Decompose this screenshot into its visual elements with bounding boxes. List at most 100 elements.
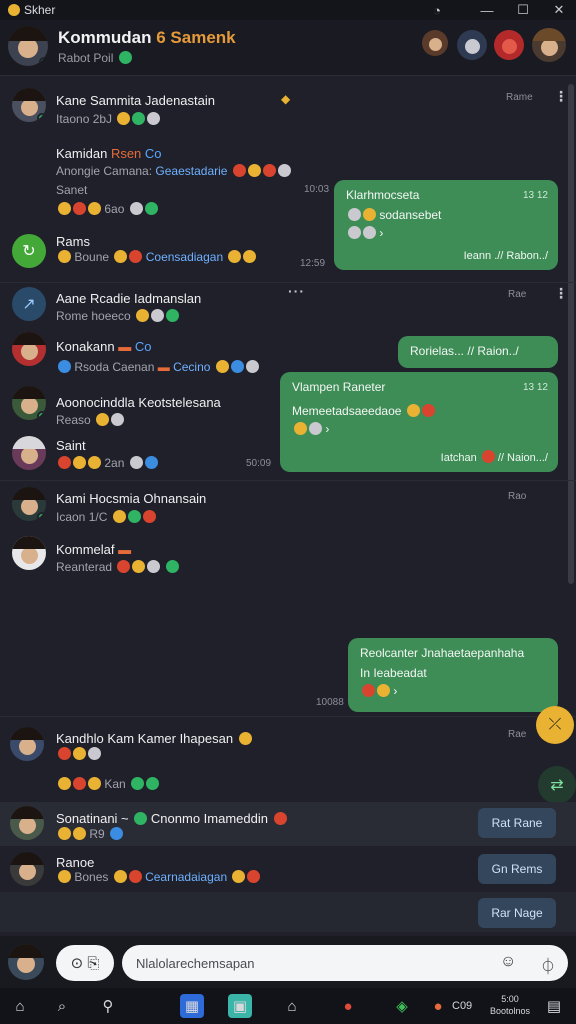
chat-preview: Itaono 2bJ — [56, 112, 161, 126]
chat-preview: Kan — [56, 777, 160, 791]
settings-icon[interactable]: ◔ — [424, 0, 450, 20]
more-icon[interactable]: ⋮ — [554, 88, 569, 105]
message-bubble[interactable]: Reolcanter Jnahaetaepanhaha In Ieabeadat… — [348, 638, 558, 712]
chat-name: Kommelaf ▬ — [56, 542, 132, 557]
avatar: ↗ — [12, 287, 46, 321]
chat-name: Aane Rcadie Iadmanslan — [56, 291, 202, 306]
member-avatar-1[interactable] — [422, 30, 448, 56]
message-text: sodansebet — [346, 208, 546, 222]
more-icon[interactable]: ··· — [288, 283, 305, 299]
message-title: Rorielas... — [410, 344, 465, 358]
app-icon-1[interactable]: ▦ — [180, 994, 204, 1018]
more-icon[interactable]: ⋮ — [554, 285, 569, 302]
avatar — [12, 386, 46, 420]
message-bubble[interactable]: Rorielas... // Raion../ — [398, 336, 558, 368]
chat-preview: Boune Coensadiagan — [56, 250, 257, 264]
chat-preview: R9 — [56, 827, 124, 841]
member-avatar-4[interactable] — [532, 28, 566, 62]
my-avatar[interactable] — [8, 944, 44, 980]
chat-row[interactable]: Rar Nage — [0, 892, 576, 932]
chat-name: Sonatinani ~ Cnonmo Imameddin — [56, 811, 287, 826]
maximize-button[interactable]: ☐ — [510, 0, 536, 20]
pin-icon: ◆ — [281, 92, 291, 106]
group-avatar[interactable] — [8, 26, 48, 66]
clock: 5:00 Bootolnos — [490, 994, 531, 1016]
window-titlebar: Skher ◔ — ☐ ✕ — [0, 0, 576, 20]
action-button[interactable]: Rat Rane — [478, 808, 556, 838]
chat-reactions — [56, 747, 101, 761]
timestamp: 10088 — [316, 697, 344, 708]
timestamp: Rame — [506, 92, 533, 103]
chat-name: Ranoe — [56, 855, 95, 870]
message-emojis: › — [346, 226, 546, 240]
avatar: ↻ — [12, 234, 46, 268]
search-icon[interactable]: ⌕ — [50, 994, 74, 1018]
close-button[interactable]: ✕ — [546, 0, 572, 20]
app-icon-6[interactable]: ● — [426, 994, 450, 1018]
chat-row[interactable]: Sonatinani ~ Cnonmo Imameddin R9 Rat Ran… — [0, 802, 576, 846]
member-avatar-3[interactable] — [494, 30, 524, 60]
message-bubble[interactable]: Vlampen Raneter 13 12 Memeetadsaeedaoe ›… — [280, 372, 558, 472]
app-icon-5[interactable]: ◈ — [390, 994, 414, 1018]
chat-name: Kami Hocsmia Ohnansain — [56, 491, 207, 506]
member-avatar-2[interactable] — [457, 30, 487, 60]
chat-preview: Bones Cearnadaiagan — [56, 870, 261, 884]
chat-row[interactable]: ↗ Aane Rcadie Iadmanslan Rome hoeeco ···… — [0, 282, 576, 330]
message-emojis: › — [360, 684, 546, 698]
window-title: Skher — [24, 3, 56, 17]
attach-button[interactable]: ⊙ ⎘ — [56, 945, 114, 981]
sub-preview: 6ao — [56, 202, 158, 216]
message-footer: Ieann .// Rabon../ — [463, 250, 548, 262]
mic-icon[interactable]: ⏀ — [540, 953, 556, 977]
app-icon-2[interactable]: ▣ — [228, 994, 252, 1018]
chat-preview: Reaso — [56, 413, 125, 427]
avatar — [10, 727, 44, 761]
avatar — [12, 88, 46, 122]
chat-preview: Icaon 1/C — [56, 510, 156, 524]
chat-row[interactable]: Kami Hocsmia Ohnansain Icaon 1/C Rao — [0, 480, 576, 530]
app-icon-4[interactable]: ● — [336, 994, 360, 1018]
chat-name: Saint — [56, 438, 86, 453]
online-indicator — [39, 57, 48, 66]
message-composer: ⊙ ⎘ Nlalolarechemsapan ☺ ⏀ — [0, 936, 576, 988]
chat-preview: 2an — [56, 456, 158, 470]
chat-row[interactable]: Kommelaf ▬ Reanterad — [0, 530, 576, 580]
minimize-button[interactable]: — — [474, 0, 500, 20]
chat-row[interactable]: Kandhlo Kam Kamer Ihapesan Kan Rae — [0, 716, 576, 802]
chat-name: Aoonocinddla Keotstelesana — [56, 395, 221, 410]
timestamp: Rao — [508, 491, 527, 502]
message-title: Reolcanter Jnahaetaepanhaha — [360, 646, 525, 660]
timestamp: Rae — [508, 729, 527, 740]
taskbar: ⌂ ⌕ ⚲ ▦ ▣ ⌂ ● ◈ ● C09 5:00 Bootolnos ▤ — [0, 988, 576, 1024]
timestamp: 10:03 — [304, 184, 330, 195]
action-button[interactable]: Rar Nage — [478, 898, 556, 928]
reaction-fab[interactable]: ⤫ — [536, 706, 574, 744]
status-icon — [118, 51, 132, 64]
message-time: 13 12 — [522, 382, 548, 393]
app-icon — [8, 4, 20, 16]
message-bubble[interactable]: Klarhmocseta 13 12 sodansebet › Ieann ./… — [334, 180, 558, 270]
chat-name: Kane Sammita Jadenastain — [56, 93, 215, 108]
chat-row[interactable]: Ranoe Bones Cearnadaiagan Gn Rems — [0, 846, 576, 892]
chat-name: Konakann ▬ Co — [56, 339, 152, 354]
emoji-icon[interactable]: ☺ — [500, 953, 516, 971]
tray-text: C09 — [452, 1000, 473, 1012]
message-emojis: › — [292, 422, 546, 436]
chat-row[interactable]: Kane Sammita Jadenastain Itaono 2bJ ◆ Ra… — [0, 84, 576, 140]
home-icon[interactable]: ⌂ — [8, 994, 32, 1018]
avatar — [10, 852, 44, 886]
compose-fab[interactable]: ⇄ — [538, 766, 576, 804]
message-title: Vlampen Raneter — [292, 380, 386, 394]
timestamp: 12:59 — [300, 258, 326, 269]
link-icon[interactable]: ⚲ — [96, 994, 120, 1018]
chat-name: Rams — [56, 234, 90, 249]
app-icon-3[interactable]: ⌂ — [280, 994, 304, 1018]
avatar — [12, 487, 46, 521]
chat-preview: Rome hoeeco — [56, 309, 180, 323]
chat-header: Kommudan 6 Samenk Rabot Poil — [0, 20, 576, 76]
message-footer: Iatchan // Naion.../ — [440, 450, 548, 464]
message-title: Klarhmocseta — [346, 188, 420, 202]
action-button[interactable]: Gn Rems — [478, 854, 556, 884]
notifications-icon[interactable]: ▤ — [542, 994, 566, 1018]
chat-title: Kommudan 6 Samenk — [58, 28, 236, 47]
